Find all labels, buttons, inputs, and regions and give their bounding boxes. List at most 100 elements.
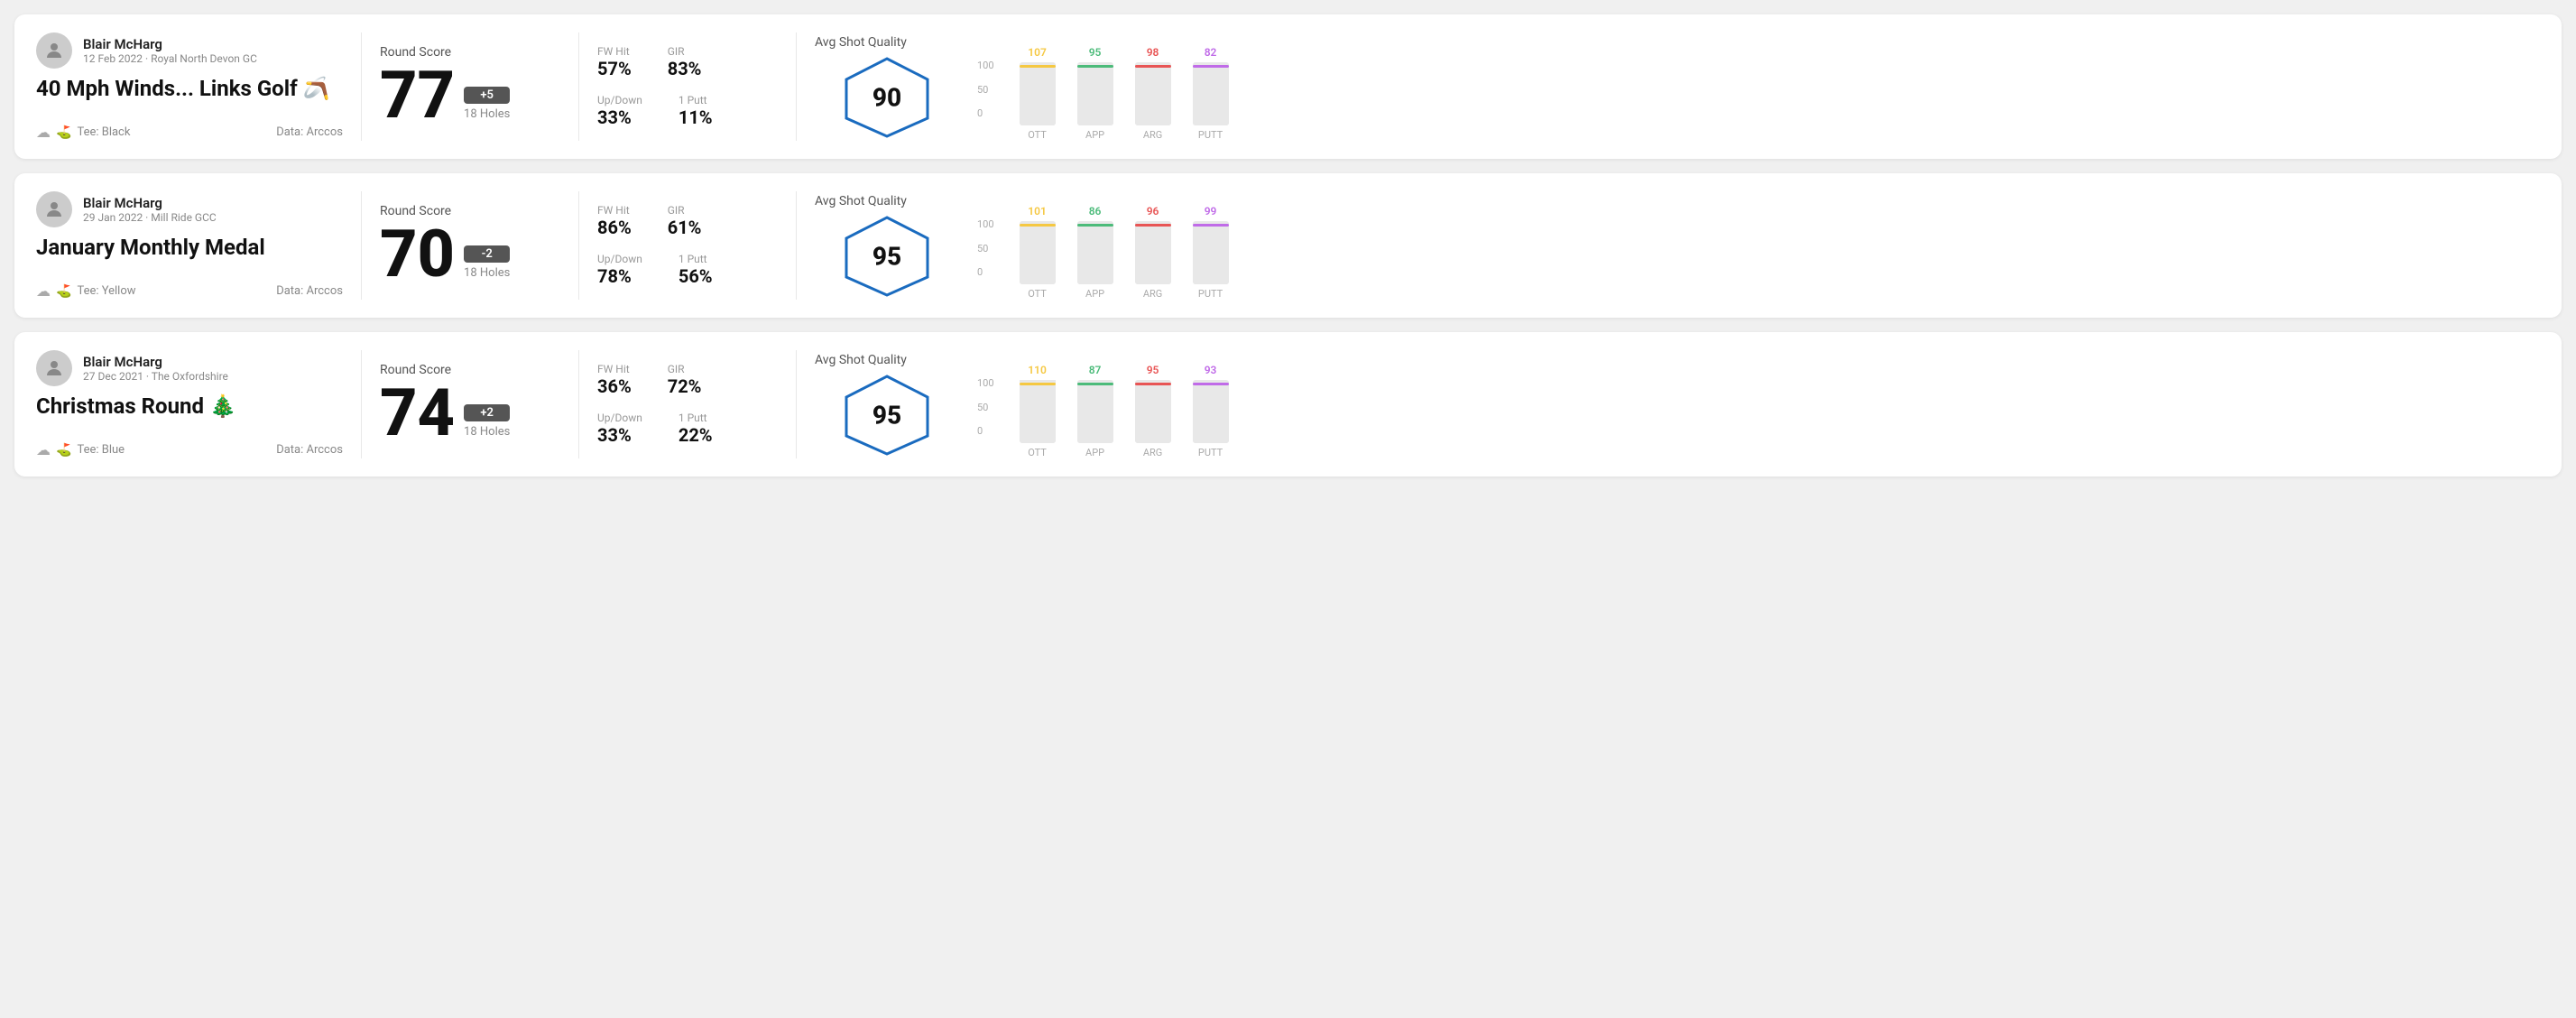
- bar-bg: [1020, 64, 1056, 125]
- stats-section: FW Hit 86% GIR 61% Up/Down 78% 1 Putt 56…: [597, 191, 778, 300]
- bar-wrapper: [1193, 62, 1229, 125]
- updown-label: Up/Down: [597, 94, 642, 106]
- bar-label: APP: [1085, 447, 1104, 458]
- user-icon: [43, 40, 65, 61]
- divider: [796, 32, 797, 141]
- gir-value: 61%: [668, 217, 702, 238]
- divider: [361, 191, 362, 300]
- bar-group-arg: 96 ARG: [1135, 205, 1171, 300]
- round-title: Christmas Round 🎄: [36, 393, 343, 419]
- bar-label: PUTT: [1198, 447, 1223, 458]
- bar-group-ott: 107 OTT: [1020, 46, 1056, 141]
- score-number: 70: [380, 222, 455, 287]
- hexagon: 90: [842, 57, 932, 138]
- user-info: Blair McHarg 27 Dec 2021 · The Oxfordshi…: [83, 354, 228, 383]
- bar-wrapper: [1135, 380, 1171, 443]
- user-meta: 27 Dec 2021 · The Oxfordshire: [83, 370, 228, 383]
- bar-label: PUTT: [1198, 288, 1223, 300]
- cloud-icon: ☁: [36, 124, 51, 141]
- bar-value: 95: [1089, 46, 1102, 59]
- fw-hit-value: 36%: [597, 375, 632, 397]
- oneputt-stat: 1 Putt 11%: [679, 94, 713, 128]
- bar-value: 87: [1089, 364, 1102, 376]
- bar-wrapper: [1020, 62, 1056, 125]
- bar-group-arg: 98 ARG: [1135, 46, 1171, 141]
- bar-value: 98: [1147, 46, 1159, 59]
- user-name: Blair McHarg: [83, 195, 217, 211]
- stats-row-top: FW Hit 86% GIR 61%: [597, 204, 778, 238]
- hexagon: 95: [842, 375, 932, 456]
- golf-icon: ⛳: [56, 443, 71, 458]
- user-row: Blair McHarg 27 Dec 2021 · The Oxfordshi…: [36, 350, 343, 386]
- bar-value: 93: [1205, 364, 1217, 376]
- score-badge-area: +2 18 Holes: [464, 404, 510, 446]
- y-axis-labels: 100 50 0: [977, 60, 994, 141]
- score-row: 77 +5 18 Holes: [380, 63, 560, 128]
- bar-value: 95: [1147, 364, 1159, 376]
- chart-section: 100 50 0 101 OTT 86 APP 96: [959, 191, 2540, 300]
- gir-stat: GIR 83%: [668, 45, 702, 79]
- bar-bg: [1077, 393, 1113, 443]
- hex-score: 90: [873, 83, 901, 113]
- bar-label: PUTT: [1198, 129, 1223, 141]
- divider: [361, 350, 362, 458]
- fw-hit-label: FW Hit: [597, 45, 632, 58]
- bar-bg: [1077, 71, 1113, 125]
- y-axis-labels: 100 50 0: [977, 377, 994, 458]
- divider: [578, 191, 579, 300]
- bar-value: 82: [1205, 46, 1217, 59]
- score-badge: +2: [464, 404, 510, 421]
- bar-indicator: [1077, 383, 1113, 385]
- bar-indicator: [1193, 383, 1229, 385]
- tee-label: Tee: Blue: [77, 443, 125, 457]
- data-source: Data: Arccos: [276, 443, 343, 457]
- round-title: January Monthly Medal: [36, 235, 343, 260]
- round-left-section: Blair McHarg 29 Jan 2022 · Mill Ride GCC…: [36, 191, 343, 300]
- bar-label: APP: [1085, 129, 1104, 141]
- bar-wrapper: [1135, 62, 1171, 125]
- user-row: Blair McHarg 29 Jan 2022 · Mill Ride GCC: [36, 191, 343, 227]
- bar-value: 110: [1028, 364, 1047, 376]
- score-number: 77: [380, 63, 455, 128]
- chart-section: 100 50 0 110 OTT 87 APP 95: [959, 350, 2540, 458]
- bar-value: 96: [1147, 205, 1159, 217]
- user-info: Blair McHarg 29 Jan 2022 · Mill Ride GCC: [83, 195, 217, 224]
- bar-group-putt: 99 PUTT: [1193, 205, 1229, 300]
- fw-hit-label: FW Hit: [597, 363, 632, 375]
- bar-bg: [1135, 229, 1171, 284]
- hexagon: 95: [842, 216, 932, 297]
- oneputt-label: 1 Putt: [679, 412, 713, 424]
- oneputt-value: 56%: [679, 265, 713, 287]
- score-badge-area: +5 18 Holes: [464, 87, 510, 128]
- bar-indicator: [1135, 383, 1171, 385]
- chart-section: 100 50 0 107 OTT 95 APP 98: [959, 32, 2540, 141]
- fw-hit-stat: FW Hit 86%: [597, 204, 632, 238]
- stats-section: FW Hit 57% GIR 83% Up/Down 33% 1 Putt 11…: [597, 32, 778, 141]
- bar-label: OTT: [1028, 288, 1047, 300]
- bar-chart: 100 50 0 107 OTT 95 APP 98: [977, 32, 1229, 141]
- bar-value: 107: [1028, 46, 1047, 59]
- bar-wrapper: [1077, 380, 1113, 443]
- bar-label: ARG: [1143, 447, 1162, 458]
- score-row: 70 -2 18 Holes: [380, 222, 560, 287]
- bar-label: APP: [1085, 288, 1104, 300]
- score-number: 74: [380, 381, 455, 446]
- bottom-row: ☁ ⛳ Tee: Yellow Data: Arccos: [36, 282, 343, 300]
- quality-label: Avg Shot Quality: [815, 194, 907, 208]
- bar-bg: [1020, 380, 1056, 443]
- gir-label: GIR: [668, 45, 702, 58]
- score-badge-area: -2 18 Holes: [464, 245, 510, 287]
- bar-bg: [1077, 235, 1113, 284]
- bar-wrapper: [1193, 221, 1229, 284]
- bar-indicator: [1135, 65, 1171, 68]
- user-meta: 12 Feb 2022 · Royal North Devon GC: [83, 52, 257, 65]
- quality-label: Avg Shot Quality: [815, 35, 907, 50]
- gir-value: 83%: [668, 58, 702, 79]
- golf-icon: ⛳: [56, 125, 71, 140]
- score-row: 74 +2 18 Holes: [380, 381, 560, 446]
- user-row: Blair McHarg 12 Feb 2022 · Royal North D…: [36, 32, 343, 69]
- oneputt-label: 1 Putt: [679, 94, 713, 106]
- bar-group-putt: 82 PUTT: [1193, 46, 1229, 141]
- avatar: [36, 350, 72, 386]
- score-badge: -2: [464, 245, 510, 263]
